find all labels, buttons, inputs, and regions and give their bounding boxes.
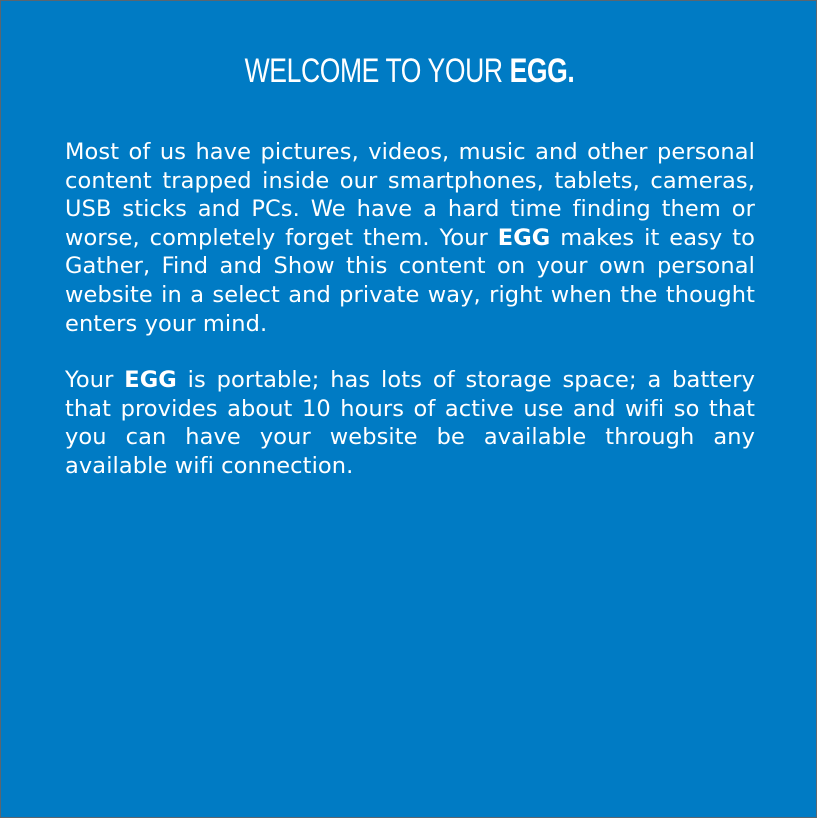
page-title: WELCOME TO YOUR EGG. — [91, 49, 728, 93]
intro-egg-emphasis: EGG — [497, 224, 551, 251]
description-body: Most of us have pictures, videos, music … — [65, 138, 755, 509]
title-prefix: WELCOME TO YOUR — [244, 52, 510, 90]
features-egg-emphasis: EGG — [124, 367, 177, 394]
welcome-panel: WELCOME TO YOUR EGG. Most of us have pic… — [0, 0, 817, 818]
paragraph-intro: Most of us have pictures, videos, music … — [65, 138, 755, 338]
paragraph-features: Your EGG is portable; has lots of storag… — [65, 366, 755, 480]
features-text-1: Your — [65, 367, 125, 394]
title-emphasis: EGG. — [509, 52, 575, 90]
